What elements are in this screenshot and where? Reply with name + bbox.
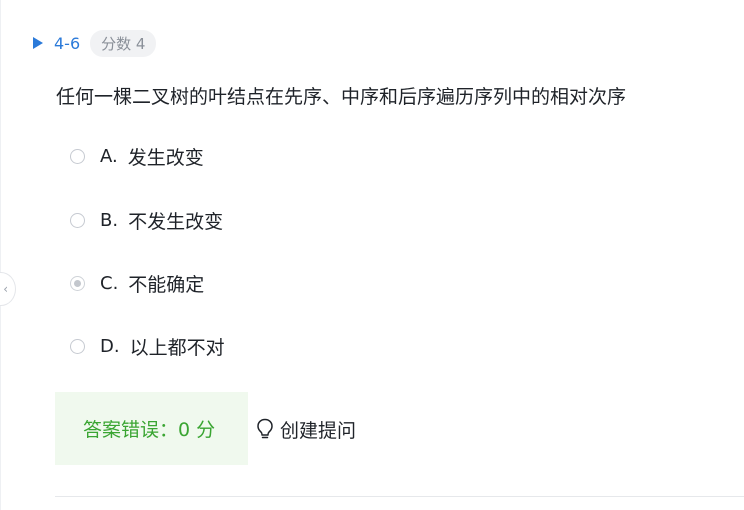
option-c-radio[interactable] [70,275,85,291]
score-badge: 分数 4 [90,29,157,57]
option-b-letter: B. [100,209,119,231]
option-a-label: 发生改变 [127,146,204,169]
question-number: 4-6 [54,33,81,53]
option-c-label: 不能确定 [128,273,205,296]
option-c[interactable]: C. 不能确定 [70,270,204,296]
question-panel: ‹ 4-6 分数 4 任何一棵二叉树的叶结点在先序、中序和后序遍历序列中的相对次… [0,0,744,510]
option-d-label: 以上都不对 [129,336,225,359]
option-d-letter: D. [100,335,120,357]
expand-triangle-icon[interactable] [32,36,44,50]
option-b-radio[interactable] [70,212,85,228]
option-b[interactable]: B. 不发生改变 [70,207,223,233]
question-header: 4-6 分数 4 [32,29,157,57]
section-divider [55,496,744,497]
option-a-radio[interactable] [70,148,85,164]
lightbulb-icon [256,418,274,440]
option-a-letter: A. [100,145,118,167]
option-c-letter: C. [100,272,119,294]
option-d[interactable]: D. 以上都不对 [70,333,225,359]
panel-left-border [0,0,1,510]
create-question-button[interactable]: 创建提问 [256,415,356,443]
question-text: 任何一棵二叉树的叶结点在先序、中序和后序遍历序列中的相对次序 [56,86,627,108]
create-question-label: 创建提问 [280,419,357,442]
option-a[interactable]: A. 发生改变 [70,143,204,169]
collapse-sidebar-button[interactable]: ‹ [0,272,16,306]
result-status: 答案错误：0 分 [83,419,216,441]
chevron-left-icon: ‹ [3,282,8,296]
option-d-radio[interactable] [70,338,85,354]
result-box: 答案错误：0 分 [55,392,248,465]
option-b-label: 不发生改变 [128,210,224,233]
